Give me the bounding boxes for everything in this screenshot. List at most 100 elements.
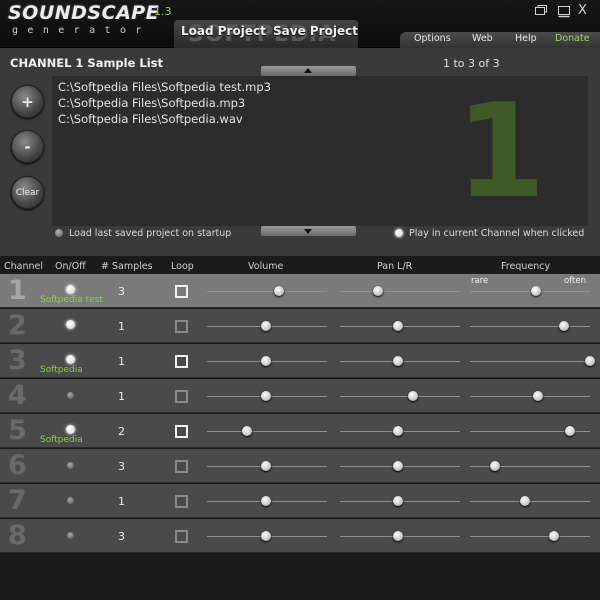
pan-slider[interactable]	[340, 391, 460, 401]
loop-icon[interactable]	[175, 460, 188, 473]
frequency-slider[interactable]	[470, 356, 595, 366]
list-count: 1 to 3 of 3	[443, 57, 500, 70]
frequency-slider[interactable]	[470, 531, 590, 541]
restore-icon[interactable]	[534, 4, 548, 18]
slider-knob[interactable]	[533, 391, 544, 401]
channel-row[interactable]: 3 Softpedia 1	[0, 344, 600, 378]
sample-file-item[interactable]: C:\Softpedia Files\Softpedia test.mp3	[58, 80, 271, 94]
loop-icon[interactable]	[175, 390, 188, 403]
slider-knob[interactable]	[260, 496, 271, 506]
slider-knob[interactable]	[260, 321, 271, 331]
slider-knob[interactable]	[241, 426, 252, 436]
slider-knob[interactable]	[392, 531, 403, 541]
frequency-slider[interactable]	[470, 286, 590, 296]
slider-knob[interactable]	[490, 461, 501, 471]
add-sample-button[interactable]: +	[11, 85, 44, 118]
slider-knob[interactable]	[520, 496, 531, 506]
channel-sample-name: Softpedia test	[40, 295, 103, 305]
sample-count: 1	[118, 495, 125, 508]
channel-off-toggle[interactable]	[67, 392, 74, 399]
volume-slider[interactable]	[207, 391, 327, 401]
volume-slider[interactable]	[207, 426, 327, 436]
loop-icon[interactable]	[175, 285, 188, 298]
pan-slider[interactable]	[340, 496, 460, 506]
channel-sample-list-title: CHANNEL 1 Sample List	[10, 56, 164, 70]
volume-slider[interactable]	[207, 356, 327, 366]
frequency-slider[interactable]	[470, 426, 590, 436]
volume-slider[interactable]	[207, 461, 327, 471]
channel-number: 7	[8, 485, 27, 516]
pan-slider[interactable]	[340, 356, 460, 366]
menu-help[interactable]: Help	[515, 33, 537, 44]
scroll-up-button[interactable]	[261, 66, 356, 76]
slider-knob[interactable]	[260, 356, 271, 366]
slider-knob[interactable]	[392, 426, 403, 436]
pan-slider[interactable]	[340, 461, 460, 471]
header-loop: Loop	[171, 261, 194, 272]
channel-row[interactable]: 63	[0, 449, 600, 483]
slider-knob[interactable]	[274, 286, 284, 296]
channel-off-toggle[interactable]	[67, 497, 74, 504]
frequency-slider[interactable]	[470, 461, 590, 471]
option-load-last-project[interactable]: Load last saved project on startup	[55, 228, 231, 239]
menu-options[interactable]: Options	[414, 33, 451, 44]
loop-icon[interactable]	[175, 530, 188, 543]
sample-file-item[interactable]: C:\Softpedia Files\Softpedia.mp3	[58, 96, 245, 110]
channel-on-toggle[interactable]	[66, 320, 75, 329]
loop-icon[interactable]	[175, 495, 188, 508]
clear-samples-button[interactable]: Clear	[11, 176, 44, 209]
channel-row[interactable]: 71	[0, 484, 600, 518]
slider-knob[interactable]	[260, 391, 271, 401]
volume-slider[interactable]	[207, 531, 327, 541]
slider-knob[interactable]	[392, 461, 403, 471]
pan-slider[interactable]	[340, 321, 460, 331]
volume-slider[interactable]	[207, 286, 327, 296]
load-project-button[interactable]: Load Project	[181, 24, 266, 38]
pan-slider[interactable]	[340, 286, 460, 296]
pan-slider[interactable]	[340, 531, 460, 541]
channel-off-toggle[interactable]	[67, 462, 74, 469]
menu-web[interactable]: Web	[472, 33, 493, 44]
loop-icon[interactable]	[175, 320, 188, 333]
slider-knob[interactable]	[392, 356, 403, 366]
slider-knob[interactable]	[392, 321, 403, 331]
volume-slider[interactable]	[207, 321, 327, 331]
slider-knob[interactable]	[549, 531, 559, 541]
loop-icon[interactable]	[175, 425, 188, 438]
slider-knob[interactable]	[260, 461, 271, 471]
channel-on-toggle[interactable]	[66, 425, 75, 434]
slider-knob[interactable]	[373, 286, 384, 296]
frequency-slider[interactable]	[470, 321, 590, 331]
slider-knob[interactable]	[585, 356, 595, 366]
sample-file-item[interactable]: C:\Softpedia Files\Softpedia.wav	[58, 112, 243, 126]
frequency-slider[interactable]	[470, 391, 590, 401]
option-play-when-clicked[interactable]: Play in current Channel when clicked	[395, 228, 584, 239]
volume-slider[interactable]	[207, 496, 327, 506]
channel-row[interactable]: 83	[0, 519, 600, 553]
remove-sample-button[interactable]: -	[11, 130, 44, 163]
save-project-button[interactable]: Save Project	[273, 24, 358, 38]
channel-off-toggle[interactable]	[67, 532, 74, 539]
slider-knob[interactable]	[260, 531, 271, 541]
option-label: Load last saved project on startup	[69, 228, 232, 239]
loop-icon[interactable]	[175, 355, 188, 368]
channel-on-toggle[interactable]	[66, 285, 75, 294]
menu-donate[interactable]: Donate	[555, 33, 590, 44]
slider-knob[interactable]	[564, 426, 575, 436]
channel-on-toggle[interactable]	[66, 355, 75, 364]
channel-number: 3	[8, 345, 27, 376]
slider-knob[interactable]	[392, 496, 403, 506]
slider-knob[interactable]	[531, 286, 541, 296]
close-button[interactable]: X	[578, 3, 592, 18]
slider-knob[interactable]	[408, 391, 419, 401]
channel-row[interactable]: 21	[0, 309, 600, 343]
minimize-icon[interactable]	[557, 4, 571, 18]
frequency-slider[interactable]	[470, 496, 590, 506]
channel-row[interactable]: 5 Softpedia 2	[0, 414, 600, 448]
title-bar: SOUNDSCAPE 1.3 generator SOFTPEDIA Load …	[0, 0, 600, 48]
channel-row[interactable]: 1 Softpedia test 3 rare often	[0, 274, 600, 308]
scroll-down-button[interactable]	[261, 226, 356, 236]
slider-knob[interactable]	[558, 321, 569, 331]
channel-row[interactable]: 41	[0, 379, 600, 413]
pan-slider[interactable]	[340, 426, 460, 436]
